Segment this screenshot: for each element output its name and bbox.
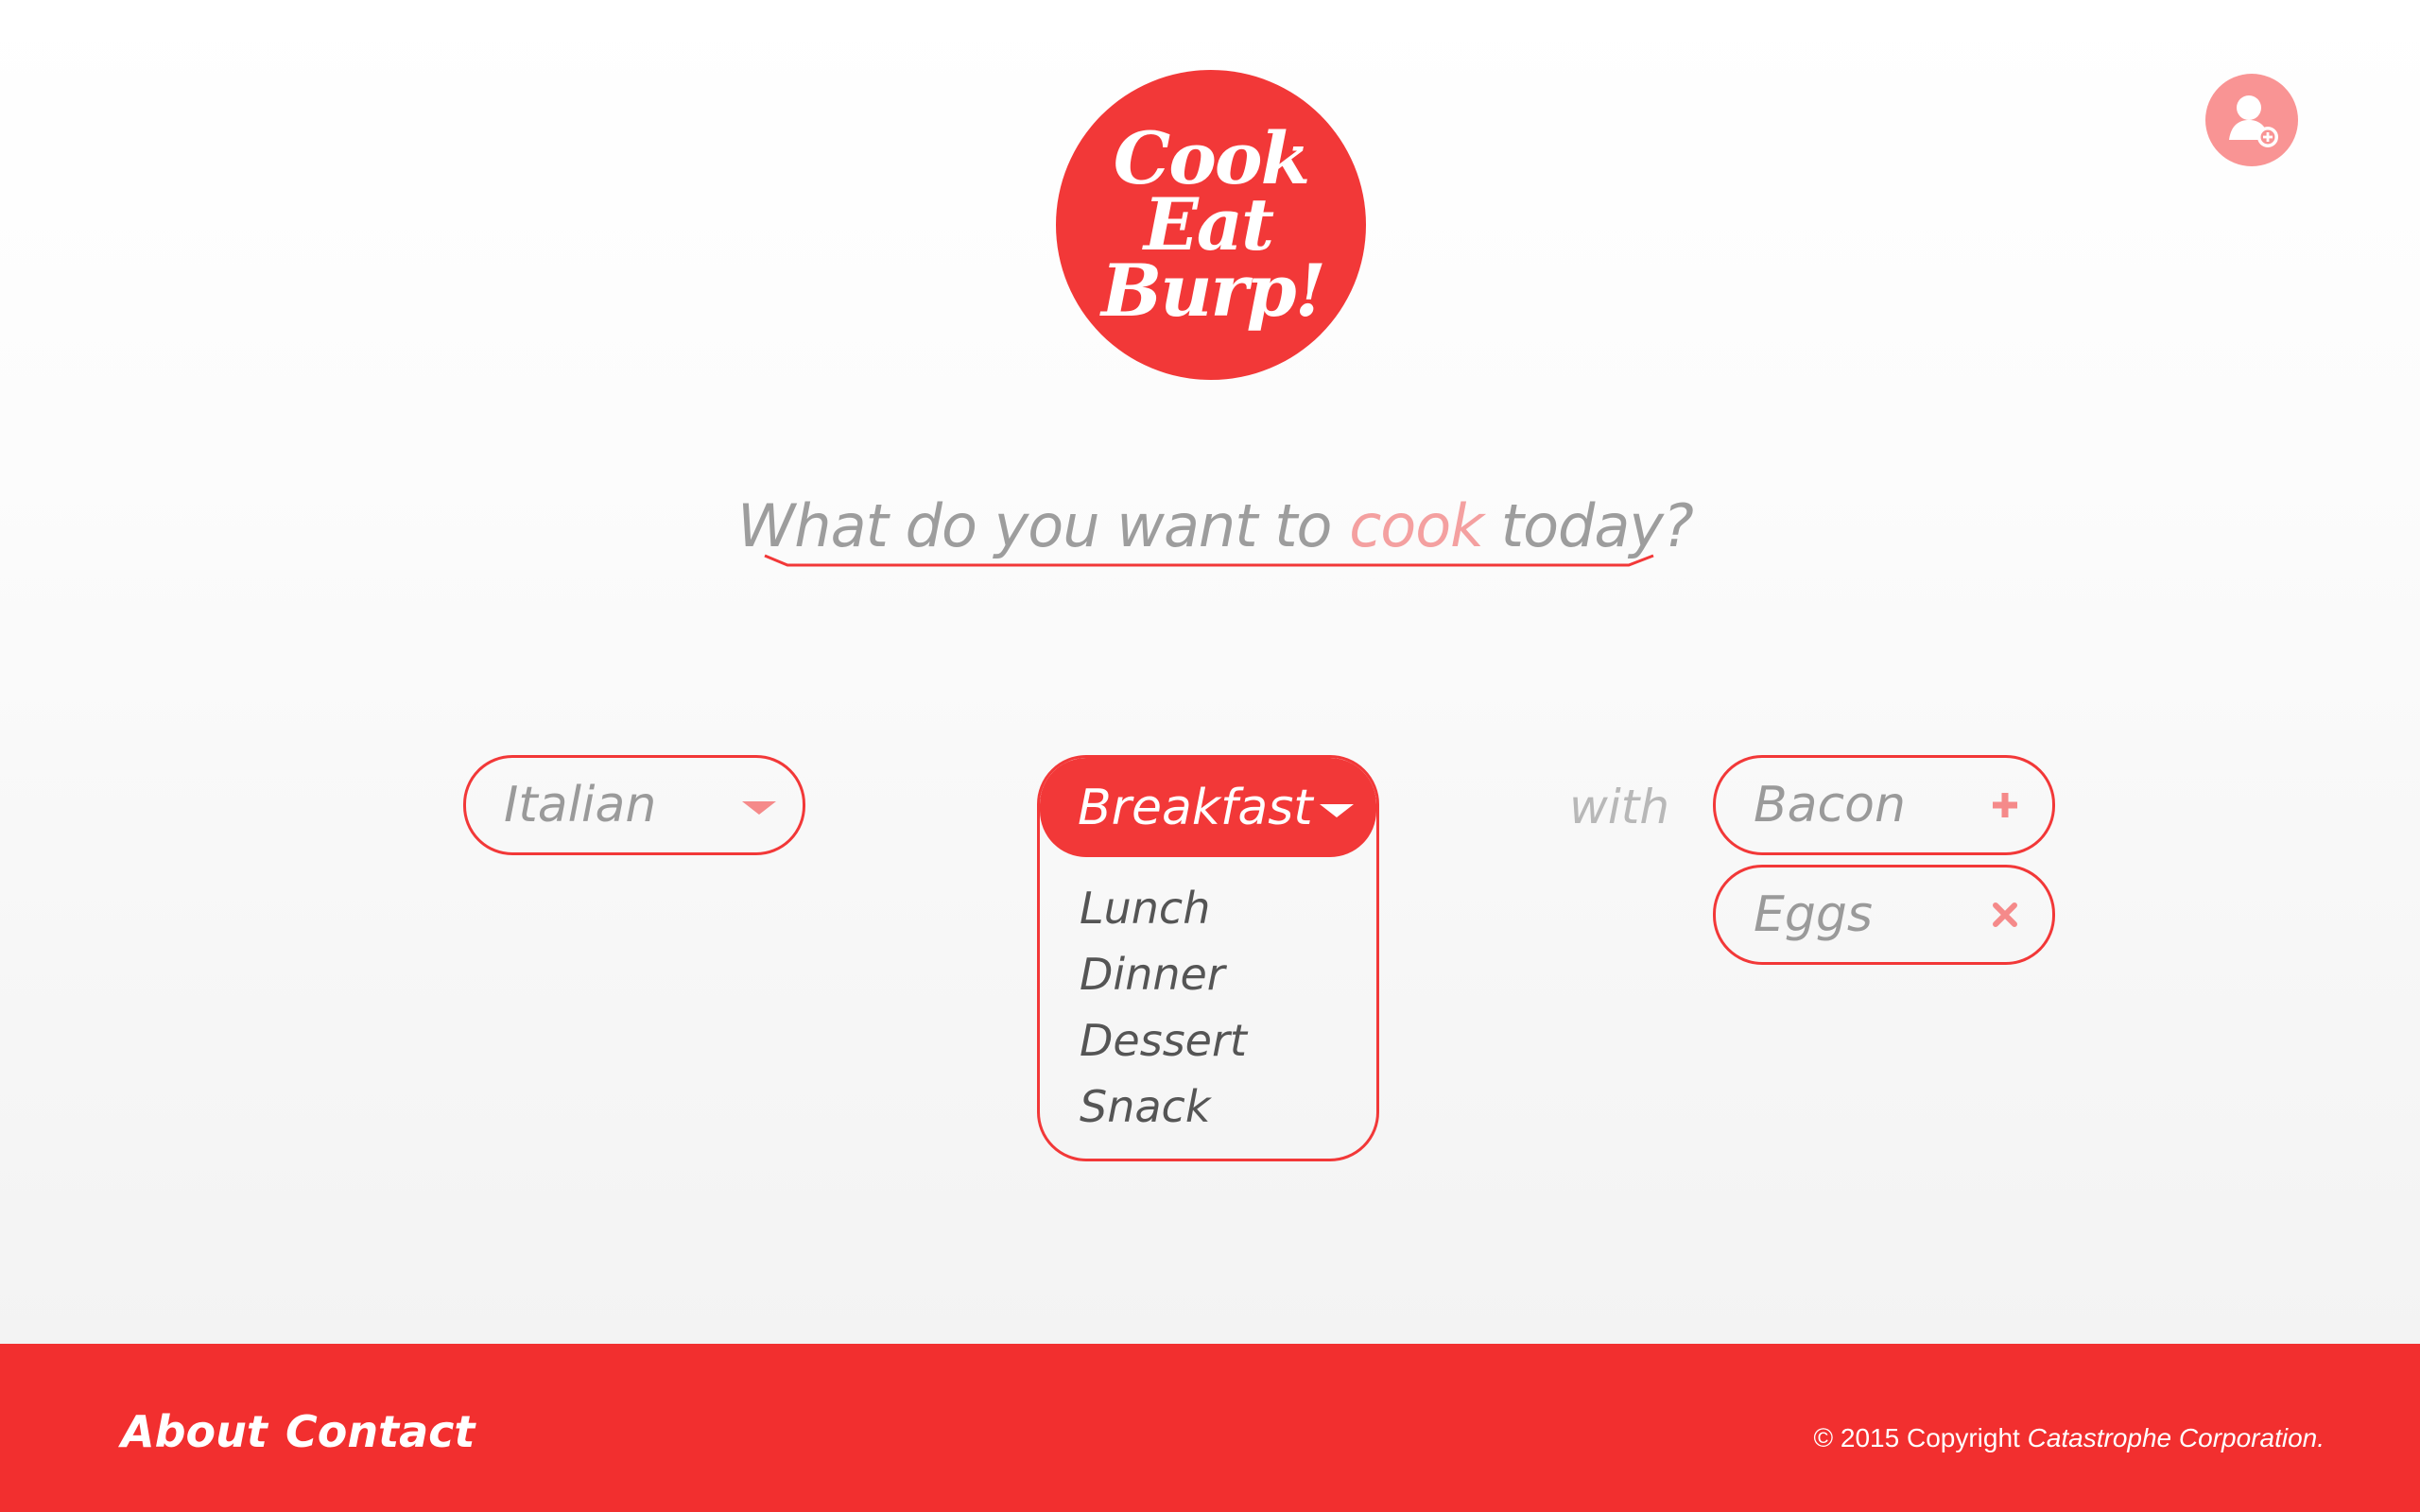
remove-icon[interactable] bbox=[1990, 900, 2020, 930]
meal-dropdown-selected[interactable]: Breakfast bbox=[1040, 758, 1376, 857]
ingredient-pill[interactable]: Bacon bbox=[1713, 755, 2055, 855]
prompt-underline bbox=[764, 554, 1654, 567]
cuisine-select-value: Italian bbox=[504, 777, 657, 833]
meal-option-lunch[interactable]: Lunch bbox=[1080, 883, 1210, 934]
copyright-company: Catastrophe Corporation. bbox=[2027, 1423, 2325, 1452]
ingredient-label: Eggs bbox=[1754, 886, 1873, 943]
logo[interactable]: Cook Eat Burp! bbox=[1056, 70, 1366, 380]
footer-link-about[interactable]: About bbox=[121, 1406, 268, 1457]
with-label: with bbox=[1569, 780, 1670, 834]
add-user-icon bbox=[2229, 95, 2278, 147]
meal-selected-value: Breakfast bbox=[1078, 779, 1313, 836]
plus-icon[interactable] bbox=[1990, 790, 2020, 820]
meal-option-snack[interactable]: Snack bbox=[1080, 1081, 1210, 1132]
footer-link-contact[interactable]: Contact bbox=[285, 1406, 475, 1457]
copyright: © 2015 Copyright Catastrophe Corporation… bbox=[1814, 1423, 2325, 1453]
meal-option-dinner[interactable]: Dinner bbox=[1080, 949, 1225, 1000]
ingredient-label: Bacon bbox=[1754, 777, 1906, 833]
logo-line-burp: Burp! bbox=[1100, 249, 1326, 333]
copyright-prefix: © 2015 Copyright bbox=[1813, 1423, 2028, 1452]
ingredient-pill[interactable]: Eggs bbox=[1713, 865, 2055, 965]
chevron-down-icon bbox=[742, 801, 776, 815]
meal-option-dessert[interactable]: Dessert bbox=[1080, 1015, 1247, 1066]
meal-dropdown[interactable]: Breakfast Lunch Dinner Dessert Snack bbox=[1037, 755, 1379, 1161]
chevron-down-icon bbox=[1320, 803, 1354, 817]
cuisine-select[interactable]: Italian bbox=[463, 755, 805, 855]
add-user-button[interactable] bbox=[2205, 74, 2298, 166]
footer: About Contact © 2015 Copyright Catastrop… bbox=[0, 1344, 2420, 1512]
